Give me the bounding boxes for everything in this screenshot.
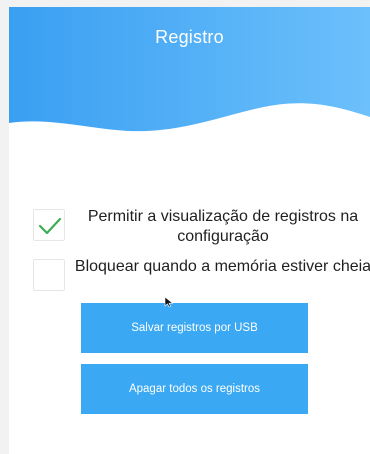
allow-view-logs-label: Permitir a visualização de registros na … xyxy=(87,208,359,245)
option-lock-when-full[interactable]: Bloquear quando a memória estiver cheia xyxy=(33,258,370,299)
header-banner: Registro xyxy=(9,7,370,137)
page-title: Registro xyxy=(155,27,224,47)
option-allow-view-logs[interactable]: Permitir a visualização de registros na … xyxy=(33,208,363,249)
mouse-pointer-icon xyxy=(164,296,174,308)
registro-screen: Registro Permitir a visualização de regi… xyxy=(9,7,370,454)
allow-view-logs-checkbox[interactable] xyxy=(33,209,65,241)
delete-all-logs-button[interactable]: Apagar todos os registros xyxy=(81,364,308,414)
lock-when-full-label: Bloquear quando a memória estiver cheia xyxy=(74,258,370,275)
checkmark-icon xyxy=(38,217,62,235)
lock-when-full-checkbox[interactable] xyxy=(33,259,65,291)
save-logs-usb-button[interactable]: Salvar registros por USB xyxy=(81,303,308,353)
